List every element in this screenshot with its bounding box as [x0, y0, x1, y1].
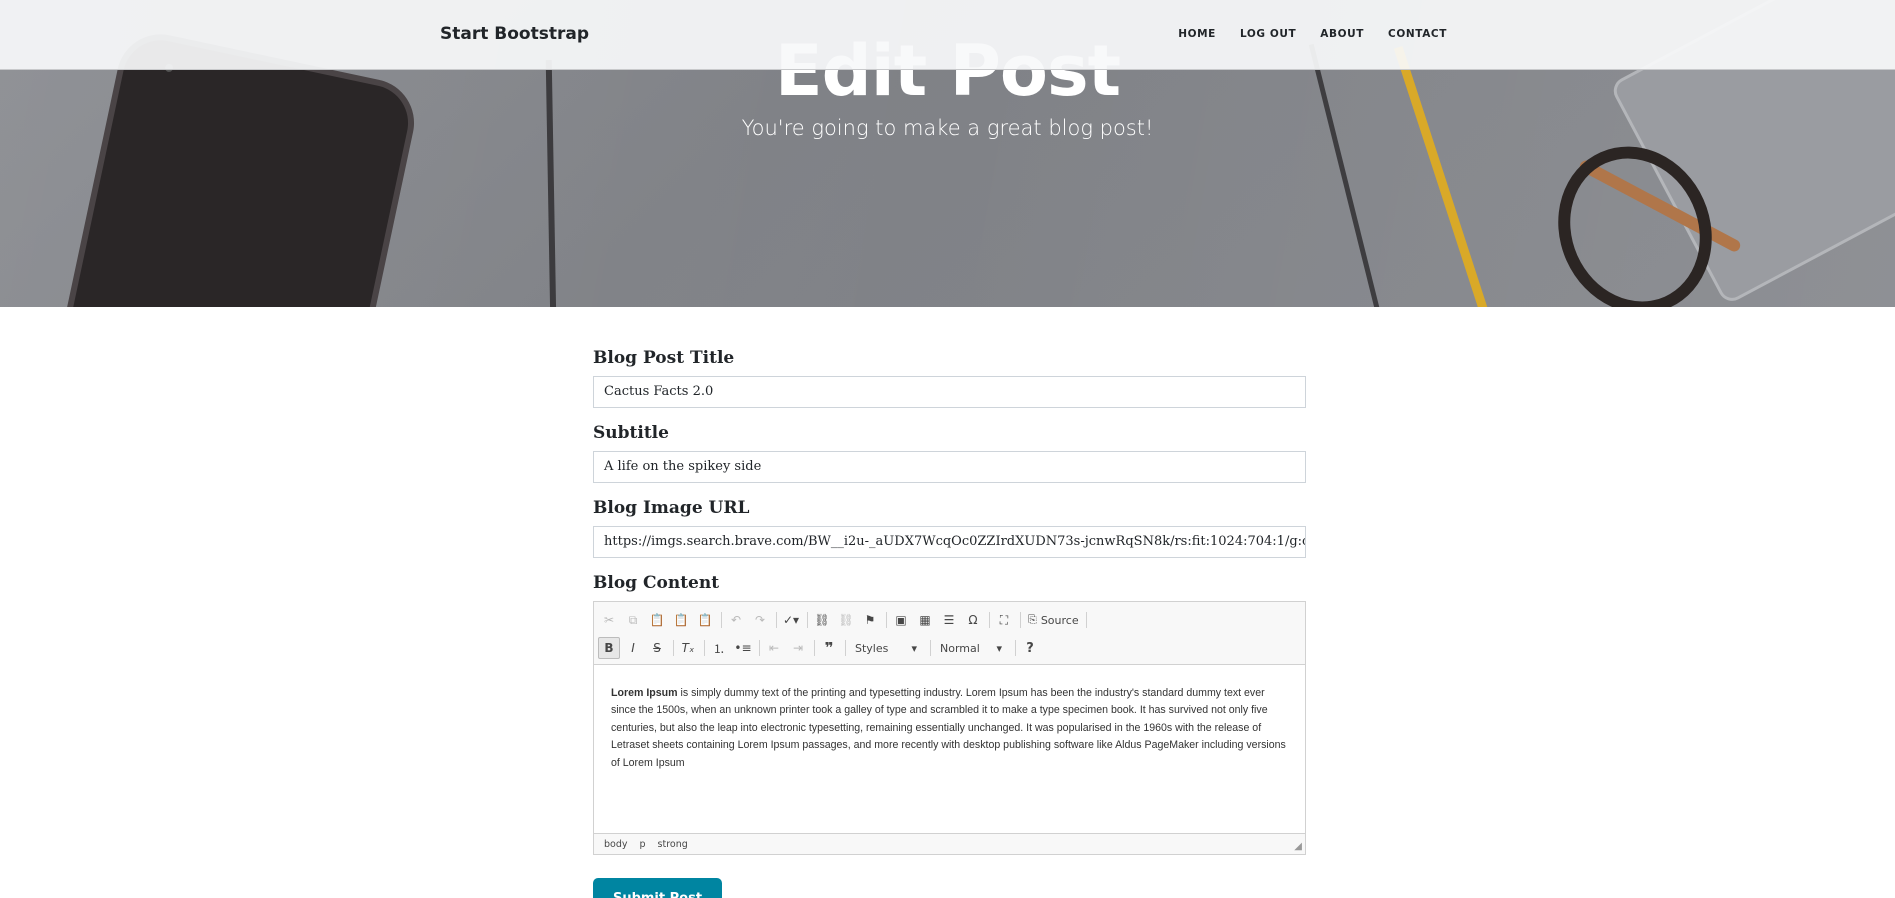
- remove-format-icon[interactable]: Tₓ: [677, 637, 699, 659]
- source-label: Source: [1040, 613, 1079, 627]
- nav-home[interactable]: HOME: [1178, 28, 1216, 40]
- path-strong[interactable]: strong: [658, 839, 688, 850]
- format-dropdown[interactable]: Normal ▾: [934, 638, 1006, 658]
- outdent-icon[interactable]: ⇤: [763, 637, 785, 659]
- spellcheck-icon[interactable]: ✓▾: [780, 609, 802, 631]
- paste-text-icon[interactable]: 📋: [670, 609, 692, 631]
- content-bold-text: Lorem Ipsum: [611, 687, 678, 699]
- submit-button[interactable]: Submit Post: [593, 878, 722, 898]
- undo-icon[interactable]: ↶: [725, 609, 747, 631]
- editor-statusbar: body p strong ◢: [594, 833, 1305, 854]
- anchor-flag-icon[interactable]: ⚑: [859, 609, 881, 631]
- resize-handle-icon[interactable]: ◢: [1294, 841, 1302, 852]
- format-label: Normal: [940, 641, 980, 655]
- horizontal-rule-icon[interactable]: ☰: [938, 609, 960, 631]
- image-url-label: Blog Image URL: [593, 498, 750, 518]
- copy-icon[interactable]: ⧉: [622, 609, 644, 631]
- nav-logout[interactable]: LOG OUT: [1240, 28, 1296, 40]
- paste-icon[interactable]: 📋: [646, 609, 668, 631]
- cut-icon[interactable]: ✂: [598, 609, 620, 631]
- styles-label: Styles: [855, 641, 889, 655]
- redo-icon[interactable]: ↷: [749, 609, 771, 631]
- source-icon: ⎘: [1028, 613, 1037, 626]
- chevron-down-icon: ▾: [996, 641, 1002, 655]
- brand-link[interactable]: Start Bootstrap: [440, 24, 589, 44]
- chevron-down-icon: ▾: [911, 641, 917, 655]
- bold-icon[interactable]: B: [598, 637, 620, 659]
- link-icon[interactable]: ⛓: [811, 609, 833, 631]
- italic-icon[interactable]: I: [622, 637, 644, 659]
- source-button[interactable]: ⎘ Source: [1024, 613, 1083, 627]
- maximize-icon[interactable]: ⛶: [993, 609, 1015, 631]
- path-p[interactable]: p: [640, 839, 646, 850]
- special-char-icon[interactable]: Ω: [962, 609, 984, 631]
- content-text: is simply dummy text of the printing and…: [611, 687, 1286, 769]
- nav-links: HOME LOG OUT ABOUT CONTACT: [1154, 28, 1447, 40]
- editor-content[interactable]: Lorem Ipsum is simply dummy text of the …: [594, 665, 1305, 833]
- page-subtitle: You're going to make a great blog post!: [741, 116, 1154, 140]
- strikethrough-icon[interactable]: S: [646, 637, 668, 659]
- help-icon[interactable]: ?: [1019, 637, 1041, 659]
- image-icon[interactable]: ▣: [890, 609, 912, 631]
- content-label: Blog Content: [593, 573, 720, 593]
- nav-about[interactable]: ABOUT: [1320, 28, 1364, 40]
- editor-toolbar: ✂ ⧉ 📋 📋 📋 ↶ ↷ ✓▾ ⛓ ⛓ ⚑ ▣ ▦ ☰ Ω ⛶ ⎘ Sourc…: [594, 602, 1305, 665]
- unlink-icon[interactable]: ⛓: [835, 609, 857, 631]
- indent-icon[interactable]: ⇥: [787, 637, 809, 659]
- title-input[interactable]: Cactus Facts 2.0: [593, 376, 1306, 408]
- numbered-list-icon[interactable]: ⒈: [708, 637, 730, 659]
- navbar: Start Bootstrap HOME LOG OUT ABOUT CONTA…: [0, 0, 1895, 70]
- path-body[interactable]: body: [604, 839, 628, 850]
- blockquote-icon[interactable]: ❞: [818, 637, 840, 659]
- table-icon[interactable]: ▦: [914, 609, 936, 631]
- subtitle-input[interactable]: A life on the spikey side: [593, 451, 1306, 483]
- subtitle-label: Subtitle: [593, 423, 669, 443]
- image-url-input[interactable]: https://imgs.search.brave.com/BW__i2u-_a…: [593, 526, 1306, 558]
- styles-dropdown[interactable]: Styles ▾: [849, 638, 921, 658]
- title-label: Blog Post Title: [593, 348, 735, 368]
- nav-contact[interactable]: CONTACT: [1388, 28, 1447, 40]
- edit-post-form: Blog Post Title Cactus Facts 2.0 Subtitl…: [593, 348, 1306, 870]
- rich-text-editor: ✂ ⧉ 📋 📋 📋 ↶ ↷ ✓▾ ⛓ ⛓ ⚑ ▣ ▦ ☰ Ω ⛶ ⎘ Sourc…: [593, 601, 1306, 855]
- paste-word-icon[interactable]: 📋: [694, 609, 716, 631]
- bulleted-list-icon[interactable]: •≡: [732, 637, 754, 659]
